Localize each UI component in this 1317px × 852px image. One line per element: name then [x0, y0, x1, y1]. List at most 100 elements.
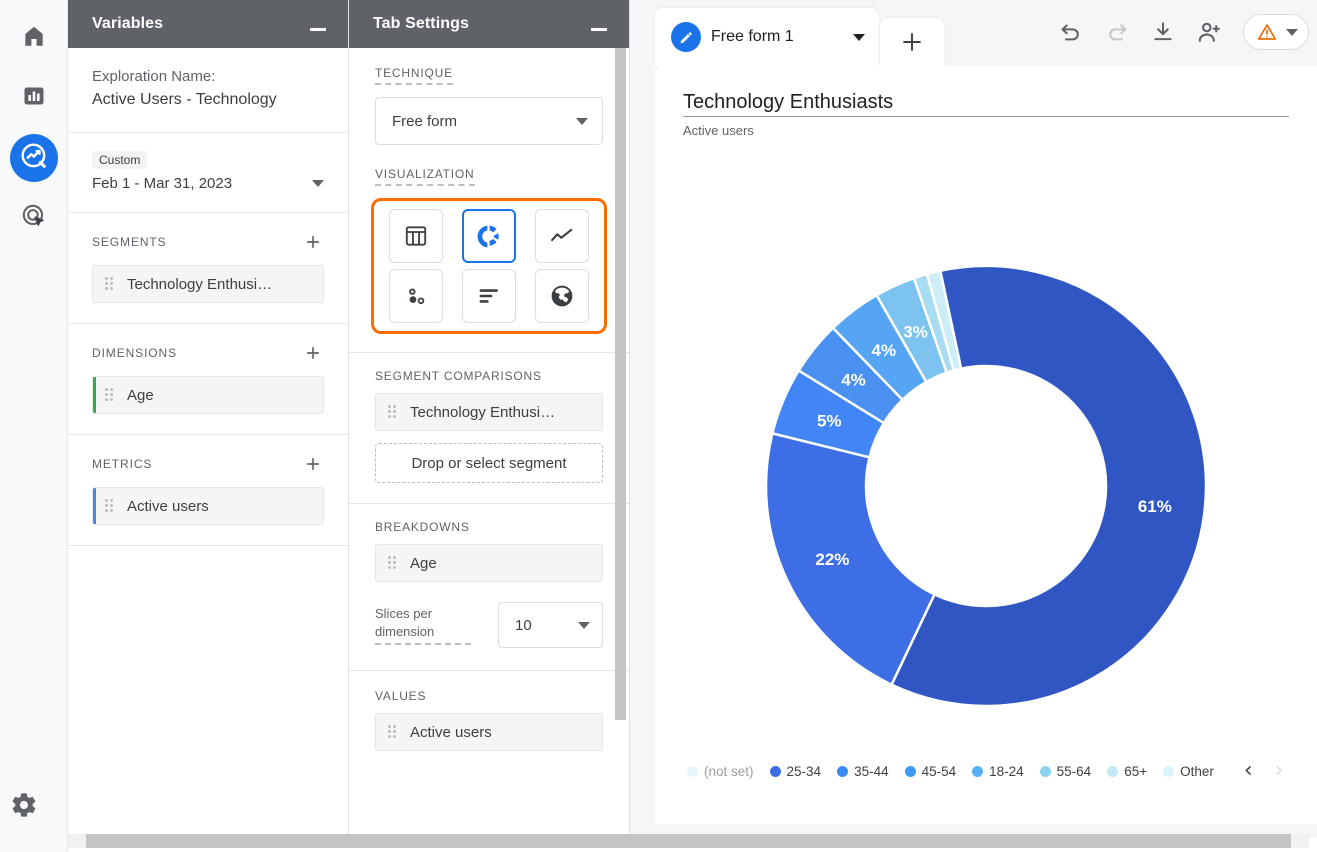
sidebar-item-explore[interactable] — [10, 134, 58, 182]
minimize-tab-settings-button[interactable] — [589, 17, 609, 31]
slice-label: 61% — [1138, 497, 1172, 516]
value-chip-label: Active users — [410, 724, 492, 741]
values-section: VALUES Active users — [349, 671, 629, 751]
legend-color-dot — [1040, 766, 1051, 777]
drag-handle-icon[interactable] — [105, 277, 119, 291]
redo-button[interactable] — [1103, 18, 1131, 46]
legend-label: 35-44 — [854, 764, 889, 779]
viz-option-scatter-plot[interactable] — [389, 269, 443, 323]
metrics-section: METRICS Active users — [68, 435, 348, 546]
undo-button[interactable] — [1057, 18, 1085, 46]
minimize-variables-button[interactable] — [308, 17, 328, 31]
globe-icon — [549, 283, 575, 309]
visualization-section: VISUALIZATION — [349, 145, 629, 334]
plus-icon — [303, 232, 323, 252]
undo-icon — [1058, 19, 1084, 45]
add-tab-button[interactable] — [880, 18, 944, 66]
technique-select[interactable]: Free form — [375, 97, 603, 145]
sidebar-item-reports[interactable] — [10, 74, 58, 122]
viz-option-geo-map[interactable] — [535, 269, 589, 323]
slice-label: 22% — [815, 550, 849, 569]
add-segment-button[interactable] — [302, 231, 324, 253]
legend-item[interactable]: 55-64 — [1040, 764, 1092, 779]
legend-item[interactable]: 25-34 — [770, 764, 822, 779]
legend-item[interactable]: 45-54 — [905, 764, 957, 779]
horizontal-scrollbar[interactable] — [68, 834, 1309, 848]
tab-free-form-1[interactable]: Free form 1 — [655, 8, 879, 66]
breakdown-chip[interactable]: Age — [375, 544, 603, 582]
segments-section: SEGMENTS Technology Enthusi… — [68, 213, 348, 324]
sidebar-item-advertising[interactable] — [10, 194, 58, 242]
segment-chip[interactable]: Technology Enthusi… — [92, 265, 324, 303]
share-add-person-icon — [1196, 19, 1223, 46]
legend-item[interactable]: Other — [1163, 764, 1214, 779]
slices-per-dimension-select[interactable]: 10 — [498, 602, 603, 648]
exploration-name-label: Exploration Name: — [92, 66, 324, 88]
dimensions-label: DIMENSIONS — [92, 346, 177, 360]
donut-chart-svg[interactable]: 61%22%5%4%4%3% — [706, 206, 1266, 766]
variables-panel-title: Variables — [92, 15, 163, 33]
chevron-down-icon — [576, 118, 588, 125]
chart-subtitle: Active users — [655, 117, 1317, 138]
drag-handle-icon[interactable] — [388, 556, 402, 570]
tab-settings-panel: Tab Settings TECHNIQUE Free form VISUALI… — [349, 0, 630, 838]
legend-color-dot — [687, 766, 698, 777]
scrollbar-thumb[interactable] — [86, 834, 1291, 848]
drag-handle-icon[interactable] — [388, 405, 402, 419]
tab-bar: Free form 1 — [630, 0, 1317, 66]
add-metric-button[interactable] — [302, 453, 324, 475]
legend-item[interactable]: 35-44 — [837, 764, 889, 779]
legend-item[interactable]: 18-24 — [972, 764, 1024, 779]
values-label: VALUES — [375, 689, 603, 703]
date-range-section[interactable]: Custom Feb 1 - Mar 31, 2023 — [68, 133, 348, 213]
metrics-label: METRICS — [92, 457, 152, 471]
legend-prev-button[interactable]: ‹ — [1244, 760, 1253, 782]
legend-label: Other — [1180, 764, 1214, 779]
metric-chip[interactable]: Active users — [92, 487, 324, 525]
report-card: Technology Enthusiasts Active users 61%2… — [655, 66, 1317, 838]
visualization-label: VISUALIZATION — [375, 167, 475, 186]
legend-color-dot — [837, 766, 848, 777]
segment-chip-label: Technology Enthusi… — [127, 276, 272, 293]
add-dimension-button[interactable] — [302, 342, 324, 364]
donut-slice[interactable] — [766, 433, 934, 684]
legend-label: 65+ — [1124, 764, 1147, 779]
legend-next-button[interactable]: › — [1275, 760, 1284, 782]
viz-option-free-form-table[interactable] — [389, 209, 443, 263]
ga4-exploration-page: Variables Exploration Name: Active Users… — [0, 0, 1317, 852]
segments-label: SEGMENTS — [92, 235, 167, 249]
dimension-chip[interactable]: Age — [92, 376, 324, 414]
legend-item[interactable]: (not set) — [687, 764, 754, 779]
sidebar-item-admin[interactable] — [10, 791, 38, 824]
drag-handle-icon[interactable] — [105, 499, 119, 513]
data-warning-button[interactable] — [1243, 14, 1309, 50]
line-chart-icon — [548, 222, 576, 250]
variables-panel-header: Variables — [68, 0, 348, 48]
chevron-down-icon[interactable] — [312, 180, 324, 187]
segment-comparison-chip[interactable]: Technology Enthusi… — [375, 393, 603, 431]
viz-option-bar-chart[interactable] — [462, 269, 516, 323]
drag-handle-icon[interactable] — [388, 725, 402, 739]
viz-option-donut-chart[interactable] — [462, 209, 516, 263]
value-chip[interactable]: Active users — [375, 713, 603, 751]
date-range-value: Feb 1 - Mar 31, 2023 — [92, 175, 232, 192]
target-cursor-icon — [21, 203, 47, 234]
legend-item[interactable]: 65+ — [1107, 764, 1147, 779]
download-icon — [1150, 19, 1176, 45]
chevron-down-icon[interactable] — [853, 34, 865, 41]
drag-handle-icon[interactable] — [105, 388, 119, 402]
exploration-name-value[interactable]: Active Users - Technology — [92, 88, 324, 112]
legend-label: 45-54 — [922, 764, 957, 779]
legend-label: 18-24 — [989, 764, 1024, 779]
tab-settings-scrollbar[interactable] — [615, 48, 626, 720]
viz-option-line-chart[interactable] — [535, 209, 589, 263]
segment-dropzone[interactable]: Drop or select segment — [375, 443, 603, 483]
dimension-color-bar — [93, 377, 96, 413]
donut-chart[interactable]: 61%22%5%4%4%3% — [655, 206, 1317, 766]
share-button[interactable] — [1195, 18, 1223, 46]
breakdowns-section: BREAKDOWNS Age Slices per dimension 10 — [349, 504, 629, 648]
download-button[interactable] — [1149, 18, 1177, 46]
warning-triangle-icon — [1256, 21, 1278, 43]
exploration-name-section: Exploration Name: Active Users - Technol… — [68, 48, 348, 133]
sidebar-item-home[interactable] — [10, 14, 58, 62]
